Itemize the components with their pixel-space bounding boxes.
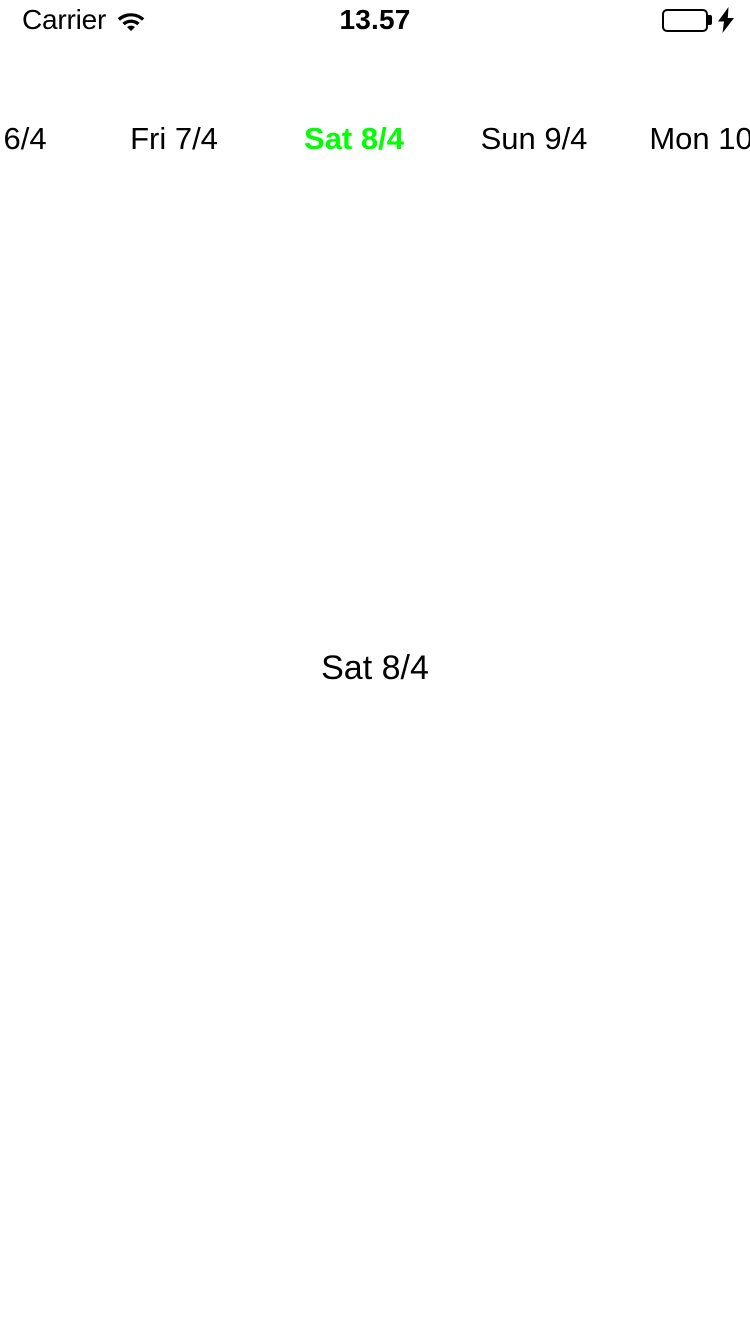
clock-label: 13.57 (339, 4, 411, 35)
date-item-mon-10-4[interactable]: Mon 10/4 (624, 108, 750, 170)
date-item-thu-6-4[interactable]: Thu 6/4 (0, 108, 84, 170)
wifi-icon (116, 9, 146, 31)
status-bar-left: Carrier (22, 0, 146, 40)
lightning-bolt-icon (716, 7, 736, 33)
date-item-sun-9-4[interactable]: Sun 9/4 (444, 108, 624, 170)
date-item-sat-8-4-selected[interactable]: Sat 8/4 (264, 108, 444, 170)
date-item-fri-7-4[interactable]: Fri 7/4 (84, 108, 264, 170)
selected-day-label: Sat 8/4 (321, 649, 429, 687)
battery-full-icon (662, 8, 712, 32)
date-selector-strip[interactable]: Thu 6/4 Fri 7/4 Sat 8/4 Sun 9/4 Mon 10/4 (0, 108, 750, 170)
status-bar: Carrier 13.57 (0, 0, 750, 40)
carrier-label: Carrier (22, 4, 107, 35)
status-bar-right (662, 0, 736, 40)
app-screen: Carrier 13.57 6/4 Fri 7/4 Sat 8/4 Sun 9/… (0, 0, 750, 1334)
content-area: Sat 8/4 (0, 170, 750, 1334)
battery-nub (708, 15, 712, 25)
